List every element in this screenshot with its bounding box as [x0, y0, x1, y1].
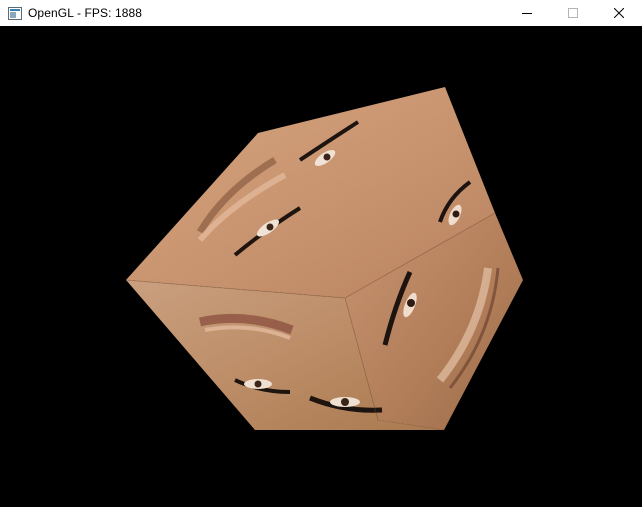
opengl-window-icon: [8, 6, 22, 20]
maximize-button[interactable]: [550, 0, 596, 26]
close-button[interactable]: [596, 0, 642, 26]
minimize-icon: [522, 13, 532, 14]
title-bar[interactable]: OpenGL - FPS: 1888: [0, 0, 642, 26]
render-viewport[interactable]: [0, 26, 642, 507]
minimize-button[interactable]: [504, 0, 550, 26]
window-controls: [504, 0, 642, 26]
rotating-cube: [125, 87, 523, 430]
opengl-window: OpenGL - FPS: 1888: [0, 0, 642, 507]
close-icon: [614, 8, 624, 18]
maximize-icon: [568, 8, 578, 18]
window-title: OpenGL - FPS: 1888: [28, 6, 143, 20]
